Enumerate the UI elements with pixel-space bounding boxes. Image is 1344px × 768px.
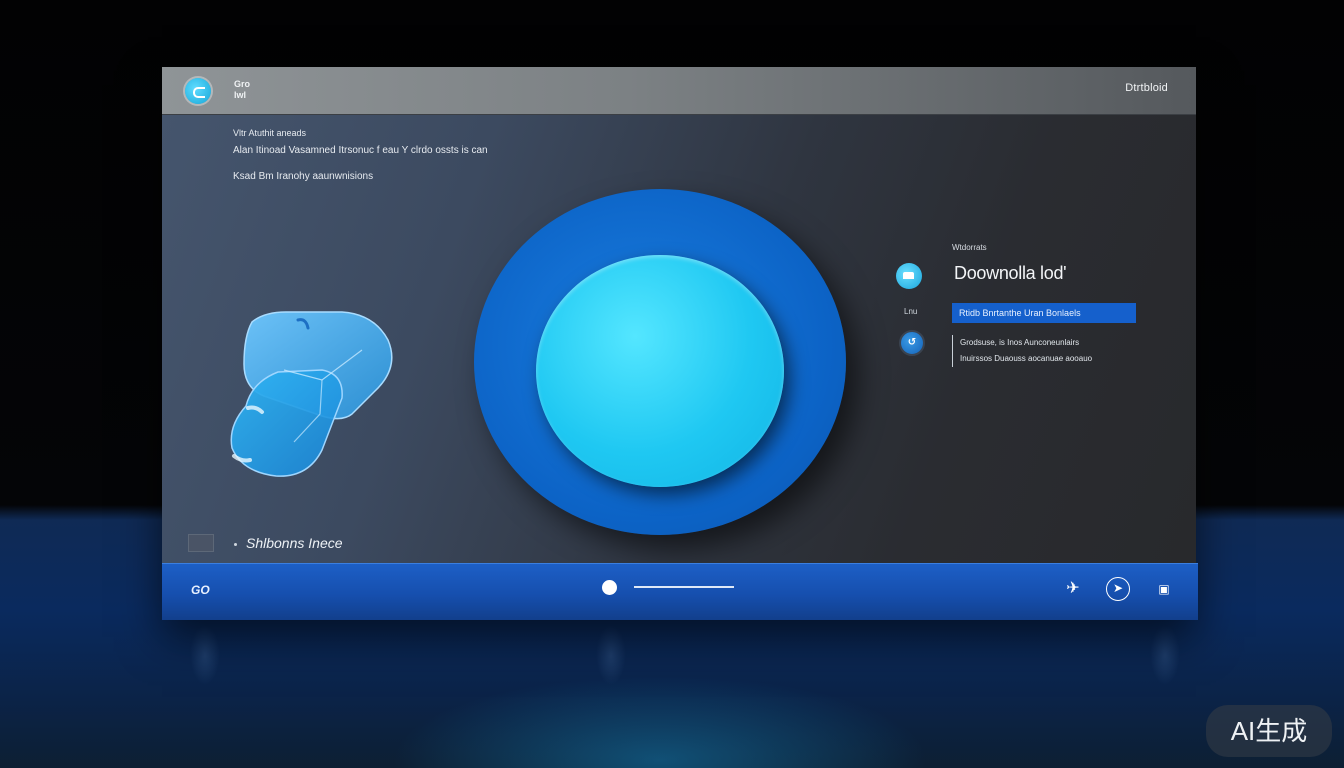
main-content: Vltr Atuthit aneads Alan Itinoad Vasamne…: [162, 115, 1196, 563]
title-bar: Gro lwl Dtrtbloid: [162, 67, 1196, 115]
description-line-2: Inuirssos Duaouss aocanuae aooauo: [960, 354, 1093, 363]
download-ring: [474, 189, 846, 535]
url-input[interactable]: [952, 303, 1136, 323]
compass-icon[interactable]: ➤: [1106, 577, 1130, 601]
download-description: Grodsuse, is Inos Aunconeunlairs Inuirss…: [952, 335, 1092, 367]
footer-bullet: [234, 543, 237, 546]
footer-thumbnail: [188, 534, 214, 552]
title-logo-line1: Gro: [234, 79, 251, 89]
app-logo-icon[interactable]: [185, 78, 211, 104]
go-button[interactable]: GO: [191, 583, 210, 597]
window-status-label: Dtrtbloid: [1125, 82, 1168, 94]
control-bar: GO ✈ ➤ ▣: [162, 563, 1198, 620]
footer-link[interactable]: Shlbonns Inece: [246, 535, 343, 551]
progress-slider-track[interactable]: [634, 586, 734, 588]
description-line-1: Grodsuse, is Inos Aunconeunlairs: [960, 338, 1080, 347]
start-download-button[interactable]: [536, 255, 784, 487]
url-field-label: Lnu: [904, 307, 918, 316]
decorative-cube-graphic: [230, 311, 393, 477]
title-logo: Gro lwl: [234, 79, 260, 105]
panel-caption: Wtdorrats: [952, 243, 987, 252]
plane-icon[interactable]: ✈: [1061, 577, 1085, 601]
app-window: Gro lwl Dtrtbloid Vltr Atuthit aneads Al…: [162, 67, 1198, 620]
ai-generated-watermark: AI生成: [1206, 705, 1332, 757]
download-title: Doownolla lod': [954, 263, 1067, 283]
title-logo-line2: lwl: [234, 90, 247, 100]
info-heading: Vltr Atuthit aneads: [233, 128, 307, 138]
progress-slider-knob[interactable]: [602, 580, 617, 595]
info-subline: Ksad Bm Iranohy aaunwnisions: [233, 171, 374, 182]
download-icon: [896, 263, 922, 289]
refresh-icon[interactable]: ↺: [899, 330, 925, 356]
image-icon[interactable]: ▣: [1152, 577, 1176, 601]
info-line: Alan Itinoad Vasamned Itrsonuc f eau Y c…: [233, 145, 488, 156]
